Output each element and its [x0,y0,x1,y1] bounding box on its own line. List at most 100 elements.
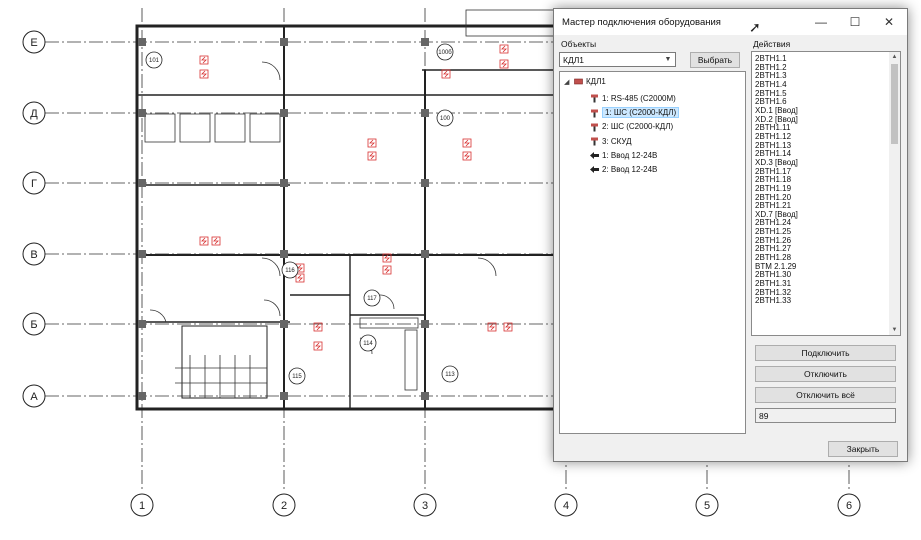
actions-list[interactable]: 2BTH1.1 2BTH1.2 2BTH1.3 2BTH1.4 2BTH1.5 2BTH1… [751,51,901,336]
object-tree[interactable]: ◢ КДЛ1 1: RS-485 (С2000М) 1: ШС (С2000-КДЛ)… [559,71,746,434]
room-number: 116 [285,268,295,274]
column-pier [421,109,429,117]
room-tag: 113 [441,365,459,383]
tree-node[interactable]: 1: RS-485 (С2000М) [590,93,676,105]
fire-detector-marker [199,69,209,79]
title-bar[interactable]: Мастер подключения оборудования ➚ — ☐ ✕ [554,9,907,35]
list-item[interactable]: 2BTH1.28 [755,253,885,262]
tree-node[interactable]: 2: Ввод 12-24В [590,164,657,176]
list-item[interactable]: 2BTH1.12 [755,132,885,141]
list-item[interactable]: 2BTH1.19 [755,184,885,193]
list-item[interactable]: 2BTH1.31 [755,279,885,288]
count-field: 89 [755,408,896,423]
list-item[interactable]: 2BTH1.24 [755,218,885,228]
device-icon [591,94,598,103]
list-item[interactable]: 2BTH1.17 [755,167,885,176]
list-item[interactable]: 2BTH1.25 [755,227,885,236]
column-axis-label: 2 [281,500,287,512]
tree-node-label: 1: ШС (С2000-КДЛ) [602,107,680,119]
row-axis-bubble: Г [22,171,46,195]
column-axis-label: 5 [704,500,710,512]
scroll-down-icon[interactable]: ▼ [889,325,900,335]
room-number: 100 [440,116,451,122]
list-item[interactable]: XD.7 [Ввод] [755,210,885,219]
row-axis-bubble: Е [22,30,46,54]
list-item[interactable]: 2BTH1.30 [755,270,885,280]
close-button[interactable]: Закрыть [828,441,898,457]
chevron-down-icon[interactable]: ▼ [661,53,675,66]
list-item[interactable]: XD.2 [Ввод] [755,115,885,124]
device-icon [591,123,598,132]
fire-detector-marker [367,138,377,148]
column-axis-bubble: 4 [554,493,578,517]
list-item[interactable]: 2BTH1.21 [755,201,885,210]
room-tag: 100б [436,43,454,61]
arrow-left-icon [590,152,599,160]
room-number: 115 [292,374,302,380]
scroll-up-icon[interactable]: ▲ [889,52,900,62]
fire-detector-marker [199,55,209,65]
row-axis-label: Г [31,178,37,190]
tree-node[interactable]: 1: ШС (С2000-КДЛ) [590,107,680,119]
row-axis-label: Д [30,108,38,120]
tree-node-label: КДЛ1 [586,77,606,86]
actions-label: Действия [753,39,791,49]
connect-button[interactable]: Подключить [755,345,896,361]
list-item[interactable]: XD.1 [Ввод] [755,106,885,115]
column-pier [280,320,288,328]
column-pier [138,250,146,258]
tree-node[interactable]: 1: Ввод 12-24В [590,150,657,162]
list-item[interactable]: 2BTH1.20 [755,193,885,202]
column-pier [421,179,429,187]
list-item[interactable]: 2BTH1.27 [755,244,885,254]
room-tag: 116 [281,261,299,279]
list-item[interactable]: XD.3 [Ввод] [755,158,885,167]
fire-detector-marker [462,138,472,148]
tree-root-node[interactable]: КДЛ1 [574,76,606,88]
fire-detector-marker [295,273,305,283]
list-item[interactable]: 2BTH1.32 [755,288,885,297]
room-tag: 115 [288,367,306,385]
list-item[interactable]: 2BTH1.33 [755,296,885,306]
vertical-scrollbar[interactable]: ▲ ▼ [889,52,900,335]
list-item[interactable]: 2BTH1.5 [755,89,885,98]
scrollbar-thumb[interactable] [891,64,898,144]
room-tag: 100 [436,109,454,127]
list-item[interactable]: 2BTH1.3 [755,71,885,80]
collapse-arrow-icon[interactable]: ◢ [564,78,569,86]
list-item[interactable]: 2BTH1.14 [755,149,885,158]
list-item[interactable]: 2BTH1.26 [755,236,885,245]
tree-node-label: 1: RS-485 (С2000М) [602,94,676,103]
tree-node[interactable]: 3: СКУД [590,136,632,148]
column-axis-label: 6 [846,500,852,512]
fire-detector-marker [441,69,451,79]
list-item[interactable]: 2BTH1.11 [755,123,885,132]
list-item[interactable]: 2BTH1.4 [755,80,885,89]
row-axis-bubble: А [22,384,46,408]
room-number: 100б [438,50,452,56]
row-axis-label: А [30,391,38,403]
maximize-button[interactable]: ☐ [838,9,872,35]
tree-node-label: 3: СКУД [602,136,632,146]
object-select[interactable]: КДЛ1 ▼ [559,52,676,67]
row-axis-label: В [30,249,37,261]
list-item[interactable]: 2BTH1.2 [755,63,885,72]
list-item[interactable]: 2BTH1.18 [755,175,885,184]
list-item[interactable]: 2BTH1.13 [755,141,885,150]
list-item[interactable]: 2BTH1.6 [755,97,885,106]
building-walls [135,24,559,411]
list-item[interactable]: 2BTH1.1 [755,54,885,63]
minimize-button[interactable]: — [804,9,838,35]
disconnect-button[interactable]: Отключить [755,366,896,382]
column-axis-bubble: 1 [130,493,154,517]
tree-node-label: 2: Ввод 12-24В [602,165,658,174]
actions-list-items: 2BTH1.1 2BTH1.2 2BTH1.3 2BTH1.4 2BTH1.5 2BTH1… [755,54,885,305]
close-window-button[interactable]: ✕ [872,9,906,35]
column-pier [280,392,288,400]
column-pier [421,38,429,46]
disconnect-all-button[interactable]: Отключить всё [755,387,896,403]
tree-node[interactable]: 2: ШС (С2000-КДЛ) [590,121,673,133]
column-pier [138,109,146,117]
list-item[interactable]: BTM 2.1.29 [755,262,885,271]
select-button[interactable]: Выбрать [690,52,740,68]
